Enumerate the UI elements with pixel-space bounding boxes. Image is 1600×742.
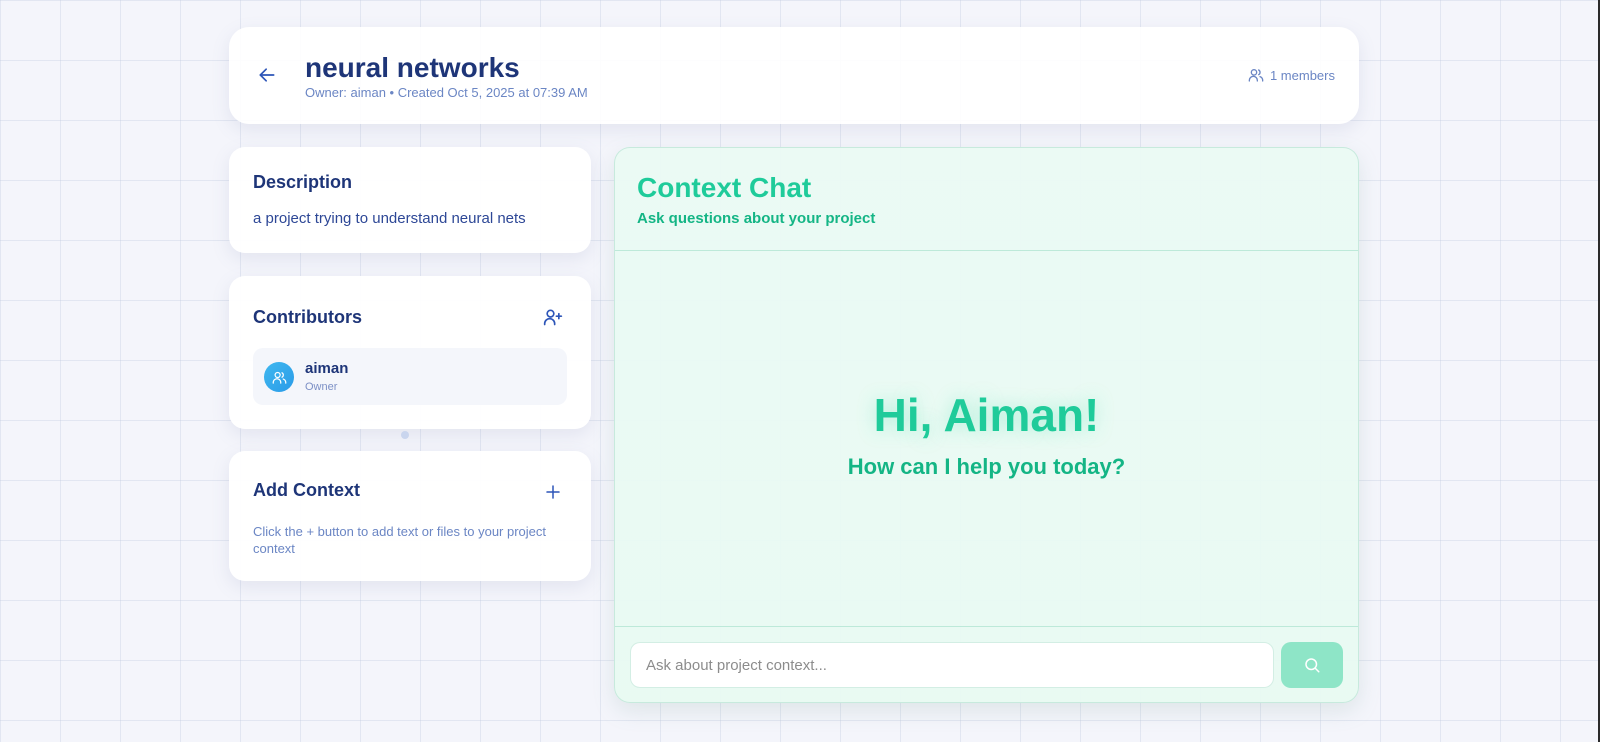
users-icon <box>1248 69 1264 82</box>
page-title: neural networks <box>305 52 520 83</box>
chat-subtitle: Ask questions about your project <box>637 210 876 227</box>
user-plus-icon <box>543 309 563 326</box>
chat-title: Context Chat <box>637 172 812 203</box>
add-context-button[interactable] <box>541 480 565 504</box>
contributors-card: Contributors aiman Owner <box>229 276 591 429</box>
users-icon <box>272 371 286 384</box>
add-context-heading: Add Context <box>253 480 360 500</box>
chat-greeting: Hi, Aiman! <box>873 389 1100 441</box>
add-context-card: Add Context Click the + button to add te… <box>229 451 591 581</box>
contributors-heading: Contributors <box>253 307 362 327</box>
members-count[interactable]: 1 members <box>1248 67 1335 83</box>
description-text: a project trying to understand neural ne… <box>253 210 526 227</box>
decorative-dot <box>401 431 409 439</box>
add-context-hint: Click the + button to add text or files … <box>253 524 547 556</box>
chat-footer <box>615 626 1358 702</box>
send-button[interactable] <box>1281 642 1343 688</box>
back-button[interactable] <box>251 59 283 91</box>
chat-header: Context Chat Ask questions about your pr… <box>615 148 1358 251</box>
project-meta: Owner: aiman • Created Oct 5, 2025 at 07… <box>305 85 588 100</box>
contributor-role: Owner <box>305 381 338 393</box>
add-contributor-button[interactable] <box>541 305 565 329</box>
arrow-left-icon <box>259 68 275 82</box>
context-chat-panel: Context Chat Ask questions about your pr… <box>614 147 1359 703</box>
plus-icon <box>546 485 560 499</box>
contributor-name: aiman <box>305 360 349 377</box>
avatar <box>264 362 294 392</box>
description-card: Description a project trying to understa… <box>229 147 591 253</box>
chat-input[interactable] <box>630 642 1274 688</box>
search-icon <box>1305 658 1320 673</box>
chat-greeting-subtitle: How can I help you today? <box>847 454 1126 479</box>
description-heading: Description <box>253 172 353 192</box>
contributor-item[interactable]: aiman Owner <box>253 348 567 405</box>
project-header: neural networks Owner: aiman • Created O… <box>229 27 1359 124</box>
members-label: 1 members <box>1269 67 1335 83</box>
